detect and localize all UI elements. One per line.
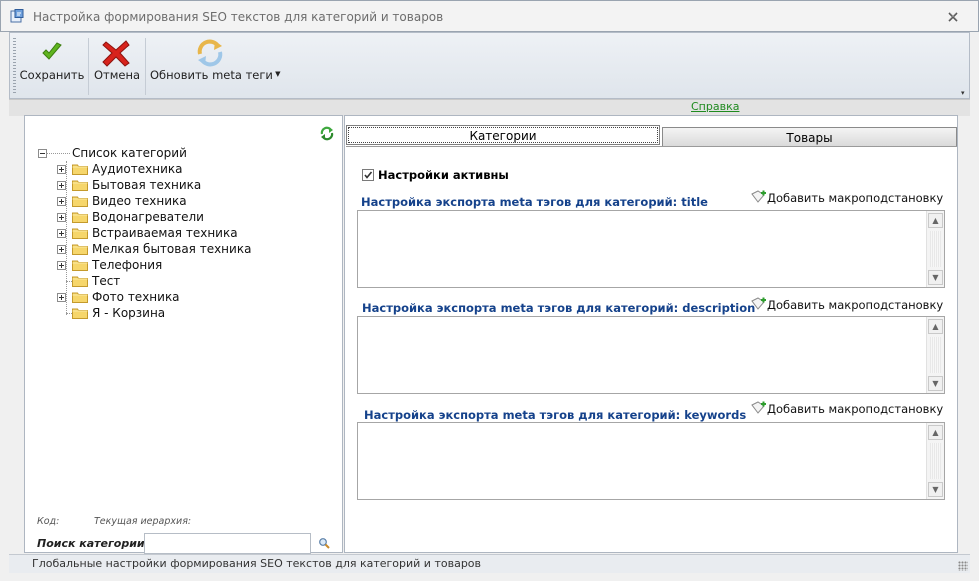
- scroll-down-icon[interactable]: ▼: [928, 376, 943, 391]
- scroll-down-icon[interactable]: ▼: [928, 270, 943, 285]
- expand-icon[interactable]: [57, 245, 66, 254]
- tree-item[interactable]: Мелкая бытовая техника: [36, 241, 336, 257]
- tree-item-label: Встраиваемая техника: [92, 226, 238, 240]
- add-macro-button[interactable]: Добавить макроподстановку: [751, 297, 943, 313]
- tree-item[interactable]: Видео техника: [36, 193, 336, 209]
- tree-guide-line: [66, 161, 67, 315]
- tree-item[interactable]: Фото техника: [36, 289, 336, 305]
- add-macro-label: Добавить макроподстановку: [767, 402, 944, 416]
- help-link[interactable]: Справка: [691, 100, 739, 113]
- close-icon[interactable]: [946, 10, 960, 24]
- tree-item[interactable]: Встраиваемая техника: [36, 225, 336, 241]
- section-title: Настройка экспорта meta тэгов для катего…: [364, 408, 747, 422]
- tree-item[interactable]: Водонагреватели: [36, 209, 336, 225]
- cancel-label: Отмена: [93, 68, 141, 82]
- tree-item-label: Тест: [92, 274, 121, 288]
- add-macro-icon: [751, 190, 766, 203]
- red-x-icon: [102, 40, 130, 67]
- scroll-up-icon[interactable]: ▲: [928, 319, 943, 334]
- vertical-scrollbar[interactable]: ▲ ▼: [926, 211, 944, 287]
- search-category-label: Поиск категории:: [37, 537, 150, 550]
- app-icon: [10, 9, 24, 23]
- tree-root[interactable]: Список категорий: [36, 145, 336, 161]
- tree-item-label: Аудиотехника: [92, 162, 183, 176]
- add-macro-button[interactable]: Добавить макроподстановку: [751, 190, 943, 206]
- tree-item[interactable]: Телефония: [36, 257, 336, 273]
- tree-item-label: Бытовая техника: [92, 178, 202, 192]
- vertical-scrollbar[interactable]: ▲ ▼: [926, 423, 944, 499]
- status-text: Глобальные настройки формирования SEO те…: [32, 557, 482, 570]
- add-macro-icon: [751, 401, 766, 414]
- meta-textarea[interactable]: ▲ ▼: [357, 316, 945, 394]
- search-category-input[interactable]: [144, 533, 311, 554]
- expand-icon[interactable]: [57, 165, 66, 174]
- refresh-meta-button[interactable]: Обновить meta теги ▼: [150, 38, 281, 94]
- tree-item-label: Телефония: [92, 258, 163, 272]
- category-tree: Список категорий Аудиотехника Бытовая тех…: [36, 145, 336, 321]
- toolbar-overflow-icon[interactable]: ▾: [961, 89, 969, 97]
- tree-item-label: Водонагреватели: [92, 210, 204, 224]
- meta-textarea[interactable]: ▲ ▼: [357, 422, 945, 500]
- tab-underline: [346, 146, 957, 147]
- scroll-up-icon[interactable]: ▲: [928, 425, 943, 440]
- help-strip: [9, 99, 970, 116]
- reload-tree-icon[interactable]: [319, 125, 335, 141]
- meta-textarea[interactable]: ▲ ▼: [357, 210, 945, 288]
- section-title: Настройка экспорта meta тэгов для катего…: [361, 195, 708, 209]
- resize-grip[interactable]: [958, 561, 968, 571]
- window-title: Настройка формирования SEO текстов для к…: [33, 10, 444, 24]
- tree-item-label: Я - Корзина: [92, 306, 166, 320]
- code-label: Код:: [37, 516, 60, 527]
- search-icon[interactable]: [318, 537, 330, 549]
- scroll-down-icon[interactable]: ▼: [928, 482, 943, 497]
- tree-item-label: Фото техника: [92, 290, 180, 304]
- section-title: Настройка экспорта meta тэгов для катего…: [362, 301, 756, 315]
- toolbar-separator: [145, 38, 146, 95]
- save-button[interactable]: Сохранить: [18, 38, 86, 94]
- expand-icon[interactable]: [57, 197, 66, 206]
- cancel-button[interactable]: Отмена: [92, 38, 142, 94]
- checkmark-icon: [42, 42, 62, 60]
- tree-item-label: Мелкая бытовая техника: [92, 242, 252, 256]
- toolbar-grip[interactable]: [13, 38, 16, 95]
- vertical-scrollbar[interactable]: ▲ ▼: [926, 317, 944, 393]
- add-macro-label: Добавить макроподстановку: [767, 191, 944, 205]
- settings-active-label: Настройки активны: [378, 168, 509, 182]
- hierarchy-label: Текущая иерархия:: [94, 516, 192, 527]
- check-icon: [364, 171, 373, 179]
- add-macro-icon: [751, 297, 766, 310]
- expand-icon[interactable]: [57, 229, 66, 238]
- add-macro-label: Добавить макроподстановку: [767, 298, 944, 312]
- refresh-meta-label: Обновить meta теги ▼: [150, 68, 281, 82]
- tree-item[interactable]: Я - Корзина: [36, 305, 336, 321]
- tree-item[interactable]: Тест: [36, 273, 336, 289]
- tree-root-label: Список категорий: [72, 146, 187, 160]
- scroll-up-icon[interactable]: ▲: [928, 213, 943, 228]
- tree-item-label: Видео техника: [92, 194, 187, 208]
- expand-icon[interactable]: [57, 293, 66, 302]
- expand-icon[interactable]: [57, 181, 66, 190]
- tree-item[interactable]: Аудиотехника: [36, 161, 336, 177]
- expand-icon[interactable]: [57, 261, 66, 270]
- tree-item[interactable]: Бытовая техника: [36, 177, 336, 193]
- checkbox-box[interactable]: [362, 169, 374, 181]
- expand-icon[interactable]: [57, 213, 66, 222]
- tab-categories[interactable]: Категории: [346, 125, 660, 145]
- tab-products[interactable]: Товары: [662, 127, 957, 147]
- add-macro-button[interactable]: Добавить макроподстановку: [751, 401, 943, 417]
- save-label: Сохранить: [19, 68, 85, 82]
- refresh-icon: [197, 39, 223, 67]
- toolbar-separator: [88, 38, 89, 95]
